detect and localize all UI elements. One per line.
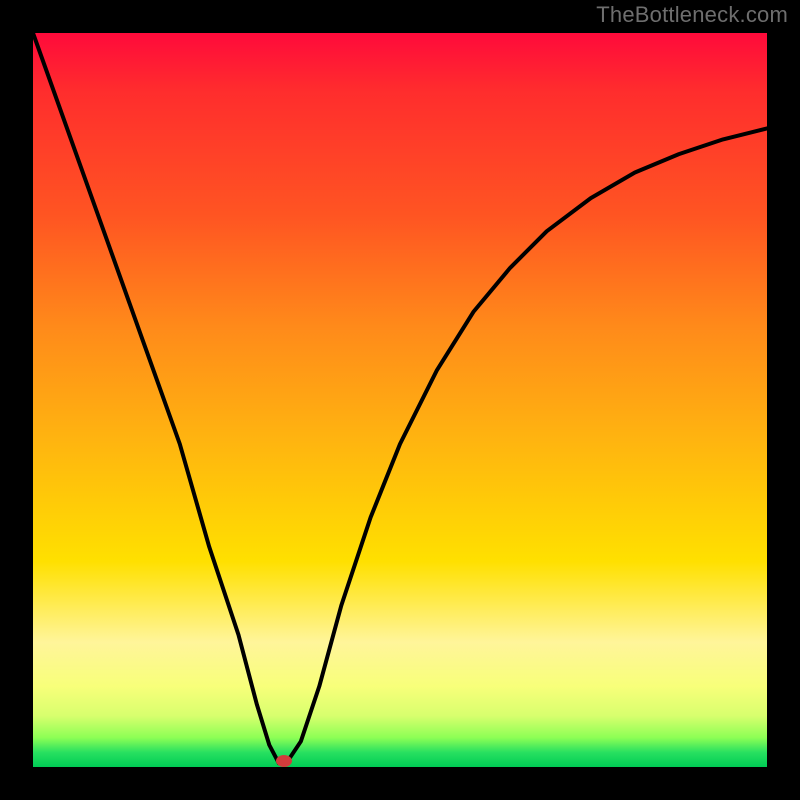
- chart-frame: TheBottleneck.com: [0, 0, 800, 800]
- optimum-marker: [276, 755, 292, 767]
- watermark-text: TheBottleneck.com: [596, 2, 788, 28]
- plot-gradient-background: [33, 33, 767, 767]
